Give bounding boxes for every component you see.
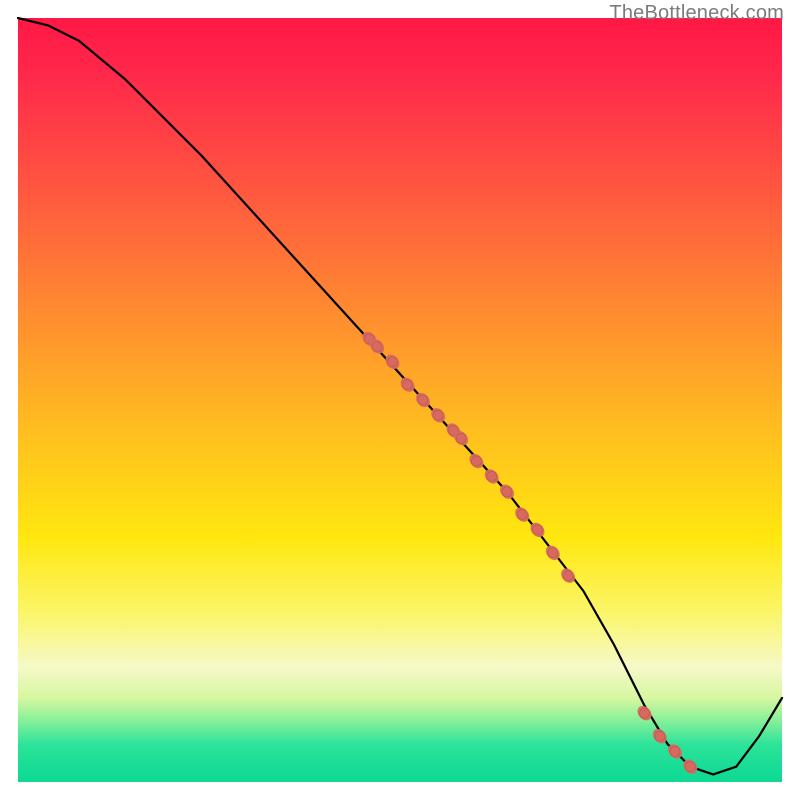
- gradient-plot-area: [18, 18, 782, 782]
- watermark-text: TheBottleneck.com: [609, 2, 784, 25]
